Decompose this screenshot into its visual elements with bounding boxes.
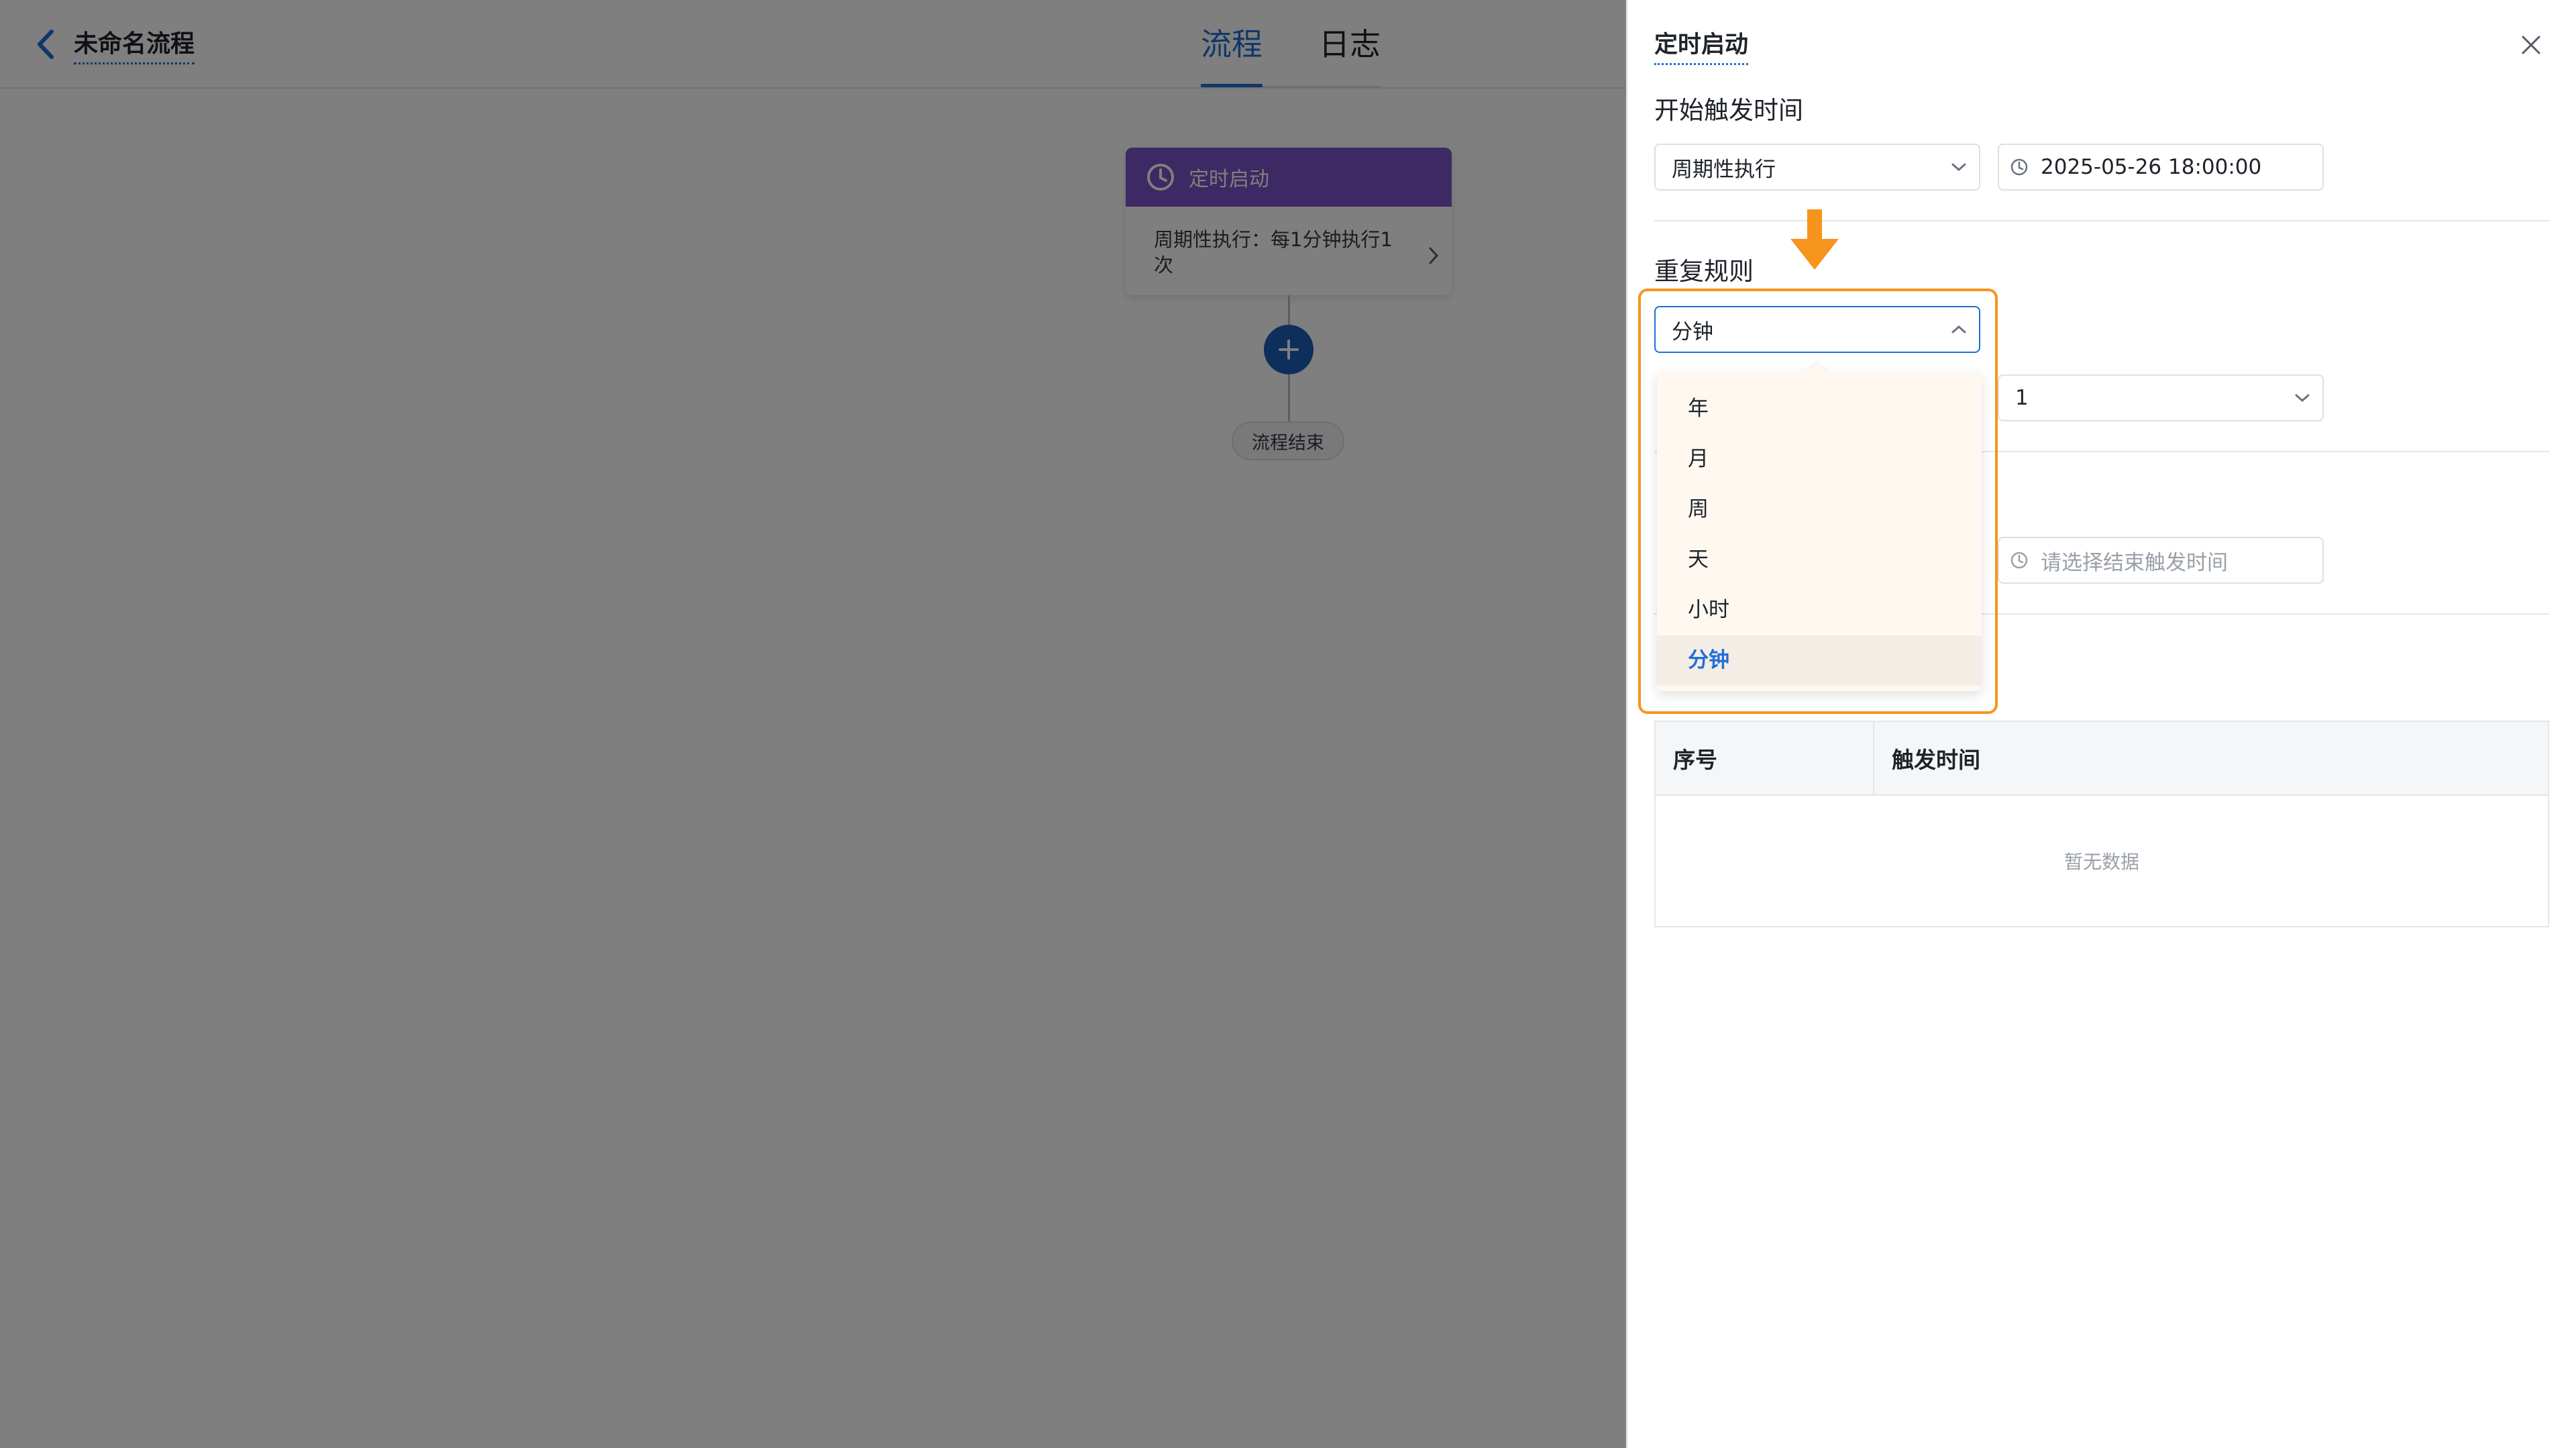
end-datetime-picker[interactable]: 请选择结束触发时间 xyxy=(1998,537,2324,584)
modal-mask[interactable] xyxy=(0,0,1626,1448)
close-icon xyxy=(2522,36,2540,54)
start-datetime-value: 2025-05-26 18:00:00 xyxy=(2041,155,2262,179)
close-button[interactable] xyxy=(2516,30,2546,60)
table-header: 序号 触发时间 xyxy=(1656,722,2548,796)
execution-mode-select[interactable]: 周期性执行 xyxy=(1654,144,1980,191)
end-datetime-placeholder: 请选择结束触发时间 xyxy=(2041,550,2228,575)
column-header-trigger-time: 触发时间 xyxy=(1892,747,1980,773)
drawer-title: 定时启动 xyxy=(1654,31,1749,65)
option-week[interactable]: 周 xyxy=(1657,484,1982,535)
option-month[interactable]: 月 xyxy=(1657,434,1982,484)
arrow-down-icon xyxy=(1790,209,1839,270)
repeat-interval-value: 1 xyxy=(2015,386,2029,410)
start-time-label: 开始触发时间 xyxy=(1654,96,1803,125)
clock-icon xyxy=(1999,158,2035,176)
repeat-unit-dropdown: 年 月 周 天 小时 分钟 xyxy=(1657,362,1982,691)
clock-icon xyxy=(1999,551,2035,570)
chevron-down-icon xyxy=(2282,393,2322,403)
repeat-interval-select[interactable]: 1 xyxy=(1998,374,2324,421)
column-header-index: 序号 xyxy=(1656,722,1874,794)
option-day[interactable]: 天 xyxy=(1657,535,1982,585)
start-datetime-picker[interactable]: 2025-05-26 18:00:00 xyxy=(1998,144,2324,191)
option-year[interactable]: 年 xyxy=(1657,384,1982,434)
option-minute[interactable]: 分钟 xyxy=(1657,635,1982,686)
execution-mode-value: 周期性执行 xyxy=(1672,157,1776,182)
trigger-preview-table: 序号 触发时间 暂无数据 xyxy=(1654,721,2549,927)
repeat-rule-label: 重复规则 xyxy=(1654,257,1754,286)
option-hour[interactable]: 小时 xyxy=(1657,585,1982,635)
chevron-down-icon xyxy=(1939,162,1979,172)
timer-settings-drawer: 定时启动 开始触发时间 周期性执行 2025-05-26 18:00:00 重复… xyxy=(1626,0,2576,1448)
table-empty-state: 暂无数据 xyxy=(2063,851,2139,873)
